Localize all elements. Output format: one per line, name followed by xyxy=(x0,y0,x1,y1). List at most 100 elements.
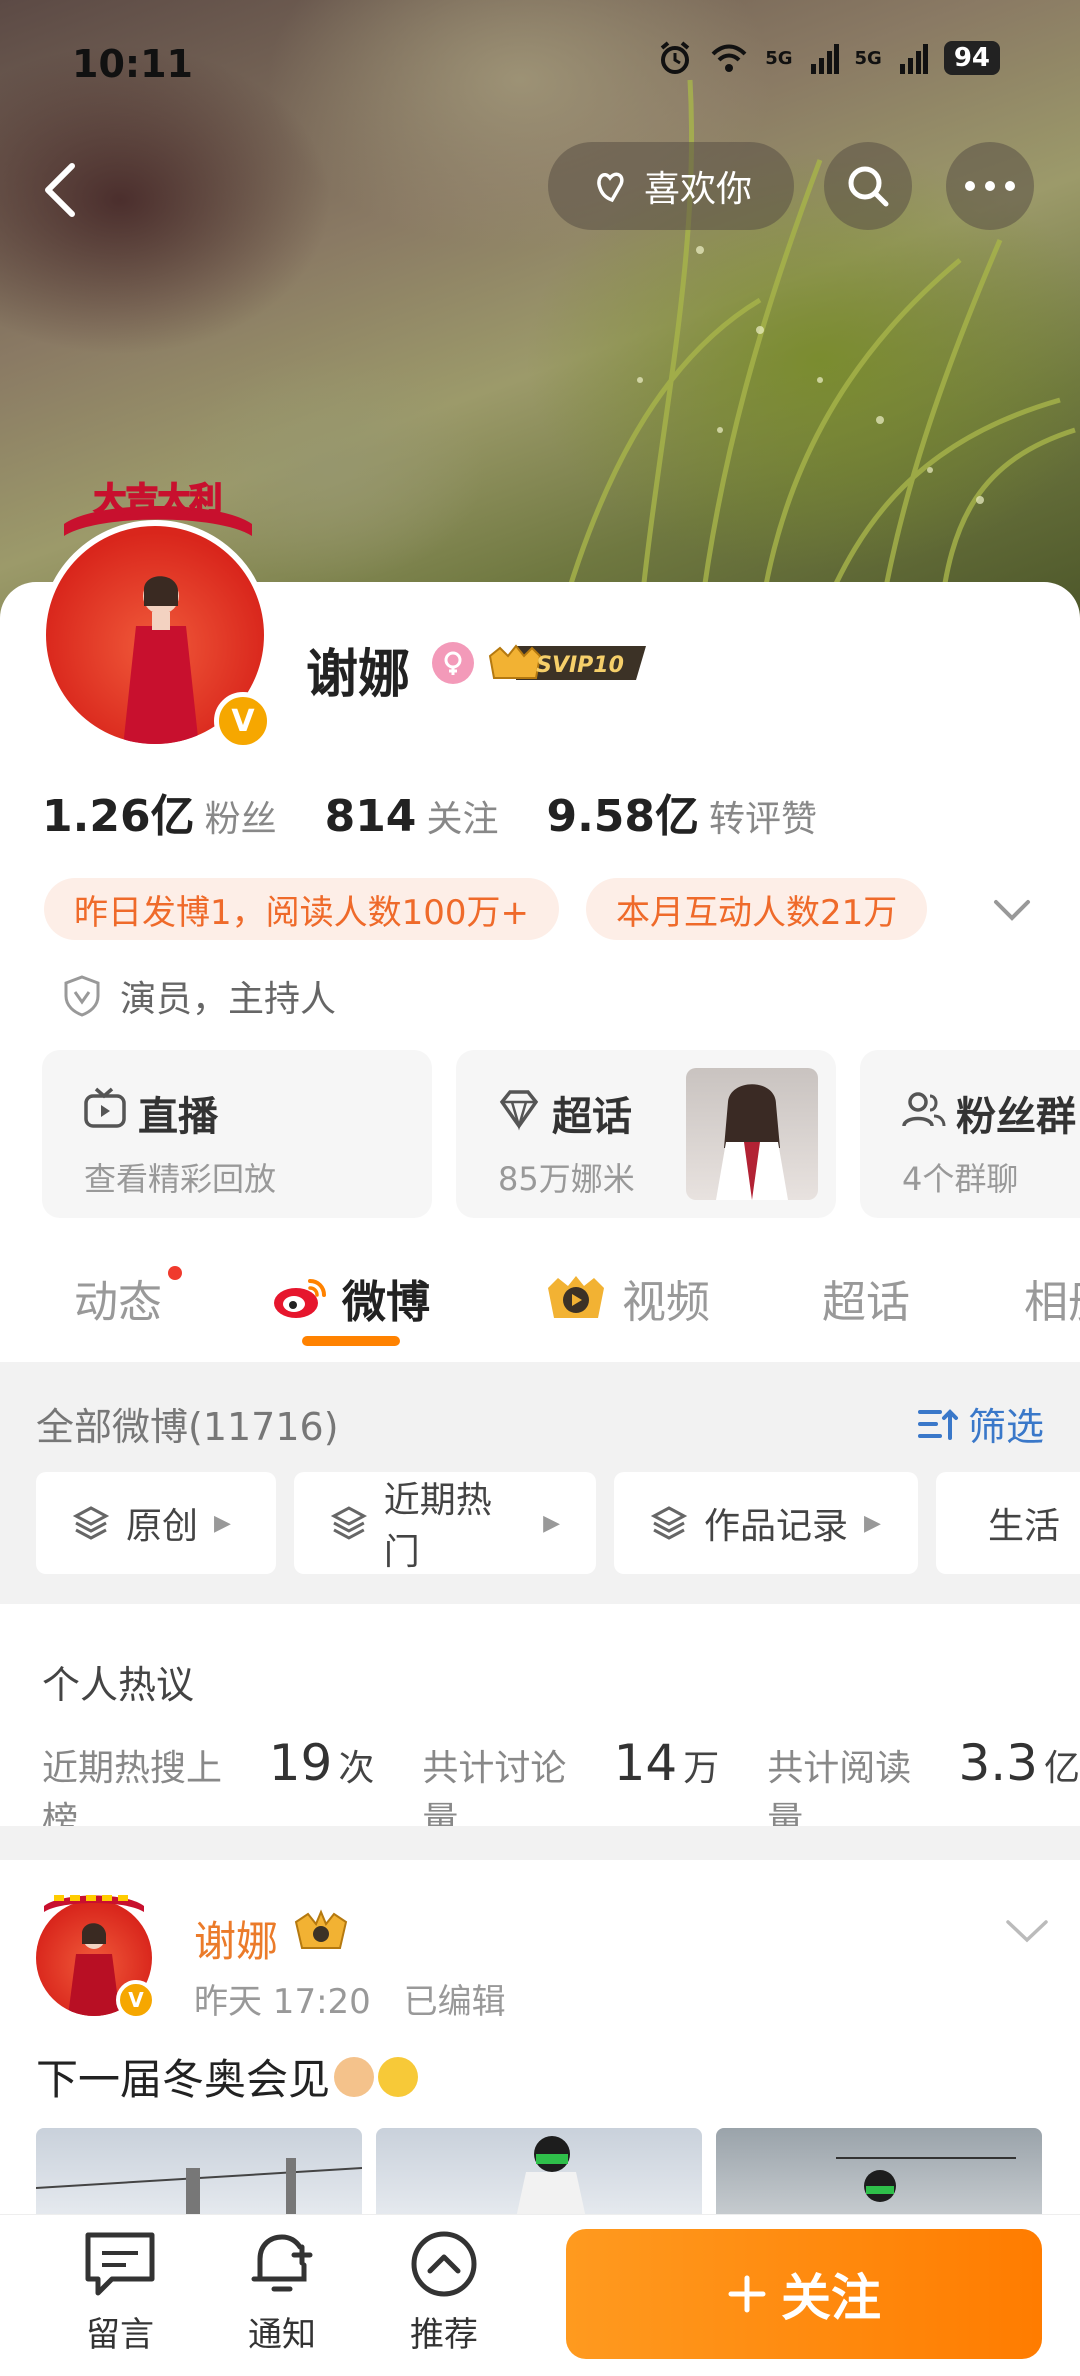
plus-icon xyxy=(728,2275,766,2313)
tile-live-sub: 查看精彩回放 xyxy=(84,1160,277,1198)
hand-heart-icon xyxy=(597,172,624,203)
tile-live-title: 直播 xyxy=(138,1094,218,1140)
tile-live[interactable]: 直播 查看精彩回放 xyxy=(42,1050,432,1218)
filter-button[interactable]: 筛选 xyxy=(916,1396,1044,1451)
message-icon xyxy=(85,2232,155,2296)
tab-weibo[interactable]: 微博 xyxy=(272,1266,430,1330)
verified-badge: V xyxy=(116,1980,156,2020)
layers-icon xyxy=(330,1506,367,1540)
profile-name: 谢娜 xyxy=(306,645,411,705)
bottom-action-bar: 留言 通知 推荐 关注 xyxy=(0,2214,1080,2376)
notify-button[interactable]: 通知 xyxy=(222,2229,342,2356)
tile-fan-group[interactable]: 粉丝群 4个群聊 xyxy=(860,1050,1080,1218)
post-author-avatar[interactable]: V xyxy=(36,1880,156,2020)
tab-weibo-label: 微博 xyxy=(342,1277,430,1328)
recommend-button[interactable]: 推荐 xyxy=(384,2229,504,2356)
discussion-unit: 万 xyxy=(683,1748,720,1789)
tab-album[interactable]: 相册 xyxy=(1024,1266,1080,1330)
tile-supertopic-title: 超话 xyxy=(552,1094,632,1140)
search-button[interactable] xyxy=(824,142,912,230)
more-dots-icon xyxy=(965,181,1015,191)
chevron-left-icon xyxy=(45,163,75,217)
tab-supertopic[interactable]: 超话 xyxy=(822,1266,910,1330)
followers-count[interactable]: 1.26亿 xyxy=(42,780,195,844)
like-you-button[interactable]: 喜欢你 xyxy=(548,142,794,230)
post-author-name[interactable]: 谢娜 xyxy=(194,1908,278,1969)
verified-badge: V xyxy=(214,692,272,750)
profile-role: 演员，主持人 xyxy=(62,970,336,1022)
battery-indicator: 94 xyxy=(943,41,1000,75)
likes-label: 转评赞 xyxy=(709,799,818,840)
signal-5g-icon: 5G xyxy=(765,47,793,69)
interaction-chip[interactable]: 本月互动人数21万 xyxy=(586,878,928,940)
tv-icon xyxy=(84,1087,126,1128)
shield-v-icon xyxy=(64,975,100,1017)
post-image-1[interactable] xyxy=(36,2128,362,2218)
weibo-filter-section: 全部微博(11716) 筛选 原创 ▶ 近期热门 ▶ 作品记录 ▶ 生活 xyxy=(0,1362,1080,1604)
tab-supertopic-label: 超话 xyxy=(822,1277,910,1328)
reads-unit: 亿 xyxy=(1043,1748,1080,1789)
followers-label[interactable]: 粉丝 xyxy=(205,790,277,842)
vip-crown-icon xyxy=(294,1909,348,1949)
filter-works-label: 作品记录 xyxy=(704,1506,849,1547)
chevron-up-circle-icon xyxy=(411,2231,477,2297)
following-label[interactable]: 关注 xyxy=(426,790,498,842)
diamond-icon xyxy=(499,1090,539,1131)
tile-supertopic-sub: 85万娜米 xyxy=(498,1160,635,1198)
avatar-figure xyxy=(123,576,199,744)
filter-original-label: 原创 xyxy=(126,1506,199,1547)
post-image-3[interactable] xyxy=(716,2128,1042,2218)
group-icon xyxy=(902,1092,946,1127)
weibo-icon xyxy=(274,1279,326,1318)
follow-label: 关注 xyxy=(781,2269,881,2327)
post-text-content: 下一届冬奥会见 xyxy=(36,2055,331,2104)
comment-button[interactable]: 留言 xyxy=(60,2229,180,2356)
recommend-label: 推荐 xyxy=(410,2315,478,2355)
bell-plus-icon xyxy=(251,2234,313,2292)
role-text: 演员，主持人 xyxy=(120,979,337,1020)
more-button[interactable] xyxy=(946,142,1034,230)
filter-works[interactable]: 作品记录 ▶ xyxy=(614,1472,918,1574)
tab-video[interactable]: 视频 xyxy=(544,1266,710,1330)
status-icons: 5G 5G 94 xyxy=(657,40,1000,76)
supertopic-thumbnail xyxy=(686,1068,818,1200)
signal-bars-icon xyxy=(810,44,839,74)
post-edited-label: 已编辑 xyxy=(403,1982,506,2022)
caret-right-icon: ▶ xyxy=(214,1510,231,1536)
filter-life[interactable]: 生活 xyxy=(936,1472,1080,1574)
svip-label: SVIP10 xyxy=(536,653,624,678)
thinking-face-emoji-icon xyxy=(378,2056,419,2097)
layers-icon xyxy=(650,1506,688,1540)
tile-fan-group-title: 粉丝群 xyxy=(956,1094,1076,1140)
all-weibo-count: 全部微博(11716) xyxy=(36,1405,339,1449)
filter-label: 筛选 xyxy=(967,1405,1044,1449)
likes-count: 9.58亿 xyxy=(546,791,700,842)
hot-search-num: 19 xyxy=(268,1734,333,1792)
filter-original[interactable]: 原创 ▶ xyxy=(36,1472,276,1574)
filter-life-label: 生活 xyxy=(988,1506,1061,1547)
hot-title: 个人热议 xyxy=(42,1663,195,1707)
status-time: 10:11 xyxy=(72,42,193,86)
back-button[interactable] xyxy=(30,150,90,230)
tile-supertopic[interactable]: 超话 85万娜米 xyxy=(456,1050,836,1218)
post-reads-chip[interactable]: 昨日发博1，阅读人数100万+ xyxy=(44,878,560,940)
post-image-2[interactable] xyxy=(376,2128,702,2218)
comment-label: 留言 xyxy=(86,2315,154,2355)
wifi-icon xyxy=(711,44,747,72)
filter-recent-hot[interactable]: 近期热门 ▶ xyxy=(294,1472,596,1574)
following-count[interactable]: 814 xyxy=(325,791,417,842)
video-badge-icon xyxy=(548,1276,604,1318)
profile-page: 10:11 5G 5G 94 喜欢你 大吉大利 V 谢娜 SVIP10 1.26… xyxy=(0,0,1080,2376)
active-tab-indicator xyxy=(302,1336,400,1346)
profile-avatar[interactable]: 大吉大利 V xyxy=(40,470,280,750)
post-meta: 昨天 17:20 已编辑 xyxy=(194,1974,506,2023)
post-time: 昨天 17:20 xyxy=(194,1982,371,2022)
follow-button[interactable]: 关注 xyxy=(566,2229,1042,2359)
tab-dynamic[interactable]: 动态 xyxy=(74,1266,162,1330)
chevron-down-icon[interactable] xyxy=(1004,1916,1050,1948)
personal-hot-section[interactable]: 个人热议 近期热搜上榜 19 次 共计讨论量 14 万 共计阅读量 3.3 亿 xyxy=(0,1604,1080,1841)
chevron-down-icon[interactable] xyxy=(990,890,1034,930)
hot-search-unit: 次 xyxy=(338,1748,375,1789)
svip-badge[interactable]: SVIP10 xyxy=(486,640,656,686)
tile-fan-group-sub: 4个群聊 xyxy=(902,1160,1019,1198)
